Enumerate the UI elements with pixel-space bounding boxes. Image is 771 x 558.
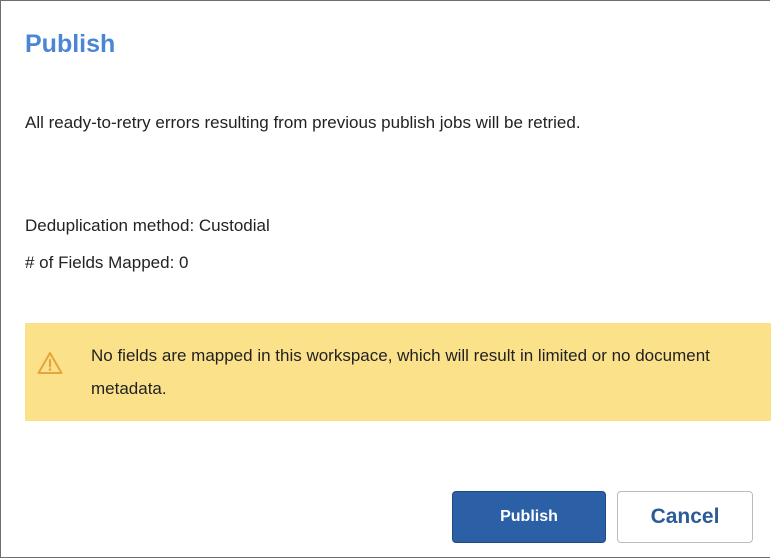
dialog-title: Publish (25, 30, 116, 58)
warning-banner: No fields are mapped in this workspace, … (25, 323, 771, 421)
publish-dialog: Publish All ready-to-retry errors result… (0, 0, 771, 558)
publish-button[interactable]: Publish (452, 491, 606, 543)
deduplication-method-text: Deduplication method: Custodial (25, 216, 270, 235)
warning-text: No fields are mapped in this workspace, … (91, 346, 710, 398)
cancel-button[interactable]: Cancel (617, 491, 753, 543)
fields-mapped-text: # of Fields Mapped: 0 (25, 253, 189, 272)
retry-message: All ready-to-retry errors resulting from… (25, 113, 581, 132)
warning-triangle-icon (37, 351, 63, 375)
